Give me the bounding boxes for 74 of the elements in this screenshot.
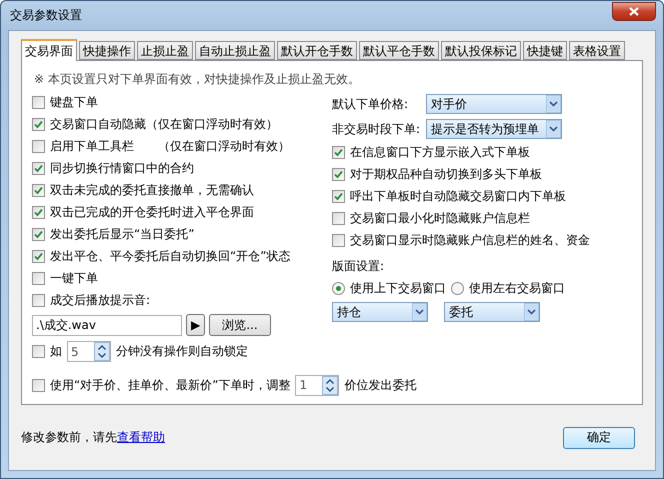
tab[interactable]: 默认平仓手数	[359, 41, 439, 60]
tab[interactable]: 默认开仓手数	[277, 41, 357, 60]
checkbox[interactable]	[32, 250, 45, 263]
tab[interactable]: 默认投保标记	[441, 41, 521, 60]
checkbox-label: 同步切换行情窗口中的合约	[50, 160, 194, 177]
checkbox-label: 交易窗口显示时隐藏账户信息栏的姓名、资金	[350, 232, 590, 249]
checkbox-label: 成交后播放提示音:	[50, 292, 150, 309]
spinner-arrows-icon[interactable]	[94, 342, 110, 361]
checkbox-label: 在信息窗口下方显示嵌入式下单板	[350, 144, 530, 161]
checkbox[interactable]	[32, 96, 45, 109]
checkbox[interactable]	[32, 162, 45, 175]
dropdown[interactable]: 对手价	[426, 94, 562, 114]
notice-text: ※ 本页设置只对下单界面有效，对快捷操作及止损止盈无效。	[33, 71, 361, 88]
close-icon	[629, 7, 639, 16]
checkbox-label: 发出平仓、平今委托后自动切换回“开仓”状态	[50, 248, 290, 265]
checkbox[interactable]	[32, 184, 45, 197]
field-label: 默认下单价格:	[332, 96, 410, 112]
radio-button[interactable]	[451, 282, 464, 295]
radio-button[interactable]	[332, 282, 345, 295]
checkbox[interactable]	[332, 234, 345, 247]
checkbox[interactable]	[32, 228, 45, 241]
chevron-down-icon	[546, 95, 561, 113]
play-button[interactable]: ▶	[186, 314, 206, 336]
file-path-field[interactable]: .\成交.wav	[32, 314, 182, 336]
checkbox[interactable]	[332, 146, 345, 159]
browse-button[interactable]: 浏览...	[209, 314, 271, 336]
checkbox[interactable]	[332, 168, 345, 181]
ok-button[interactable]: 确定	[563, 426, 635, 448]
checkbox[interactable]	[32, 345, 45, 358]
dropdown[interactable]: 提示是否转为预埋单	[426, 119, 562, 139]
checkbox-label: 使用“对手价、挂单价、最新价”下单时，调整	[50, 376, 290, 394]
radio-label: 使用左右交易窗口	[469, 280, 565, 297]
help-link[interactable]: 查看帮助	[117, 430, 165, 444]
window-title: 交易参数设置	[9, 7, 82, 24]
checkbox[interactable]	[32, 140, 45, 153]
checkbox-label: 交易窗口最小化时隐藏账户信息栏	[350, 210, 530, 227]
tab[interactable]: 自动止损止盈	[195, 41, 275, 60]
checkbox-label: 一键下单	[50, 270, 98, 287]
checkbox-label: 键盘下单	[50, 94, 98, 111]
checkbox[interactable]	[32, 272, 45, 285]
checkbox[interactable]	[32, 378, 45, 392]
checkbox[interactable]	[332, 212, 345, 225]
tab[interactable]: 快捷操作	[79, 41, 135, 60]
tab[interactable]: 交易界面	[21, 39, 77, 61]
tab[interactable]: 表格设置	[569, 41, 625, 60]
chevron-down-icon	[412, 303, 427, 321]
spinner-arrows-icon[interactable]	[322, 376, 338, 394]
dropdown[interactable]: 委托	[444, 302, 540, 322]
checkbox[interactable]	[32, 294, 45, 307]
tab[interactable]: 快捷键	[523, 41, 567, 60]
number-field[interactable]: 5	[67, 341, 111, 362]
checkbox[interactable]	[332, 190, 345, 203]
checkbox[interactable]	[32, 206, 45, 219]
checkbox-label: 发出委托后显示“当日委托”	[50, 226, 194, 243]
checkbox-label: 双击未完成的委托直接撤单，无需确认	[50, 182, 254, 199]
chevron-down-icon	[546, 120, 561, 138]
section-label: 版面设置:	[332, 258, 386, 275]
number-field[interactable]: 1	[295, 374, 340, 396]
chevron-down-icon	[524, 303, 539, 321]
checkbox-label: 如	[50, 343, 62, 360]
field-label: 非交易时段下单:	[332, 120, 422, 138]
checkbox-label: 对于期权品种自动切换到多头下单板	[350, 166, 542, 183]
checkbox-label: 启用下单工具栏 （仅在窗口浮动时有效）	[50, 138, 290, 155]
tab[interactable]: 止损止盈	[137, 41, 193, 60]
dropdown[interactable]: 持仓	[332, 302, 428, 322]
checkbox[interactable]	[32, 118, 45, 131]
checkbox-label: 交易窗口自动隐藏（仅在窗口浮动时有效）	[50, 116, 278, 133]
lock-label: 分钟没有操作则自动锁定	[116, 343, 248, 360]
close-button[interactable]	[612, 2, 656, 21]
checkbox-label: 呼出下单板时自动隐藏交易窗口内下单板	[350, 188, 566, 205]
help-text: 修改参数前，请先查看帮助	[21, 429, 165, 446]
checkbox-label: 双击已完成的开仓委托时进入平仓界面	[50, 204, 254, 221]
radio-label: 使用上下交易窗口	[350, 280, 446, 297]
price-tick-label: 价位发出委托	[344, 376, 416, 394]
